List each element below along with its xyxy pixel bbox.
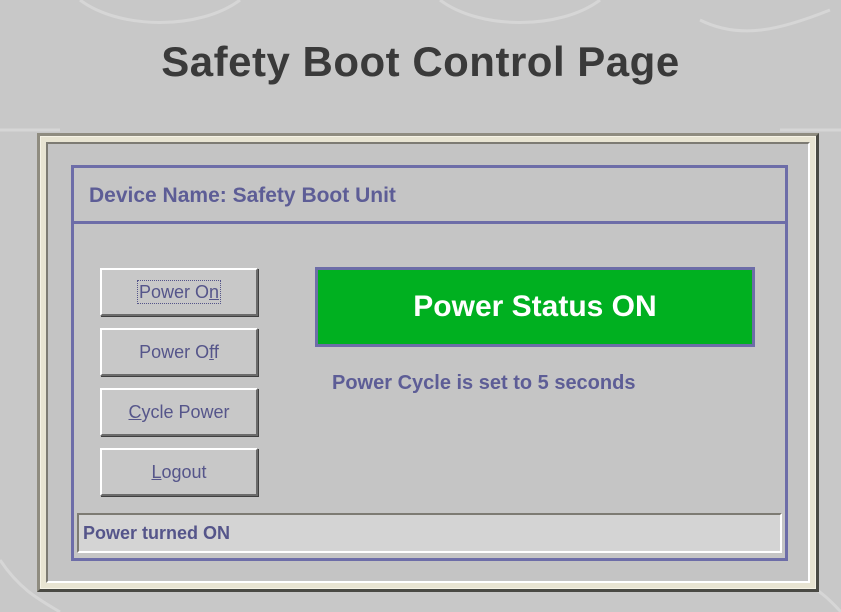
power-on-label: Power On: [136, 280, 222, 304]
cycle-power-button[interactable]: Cycle Power: [100, 388, 258, 436]
power-on-button[interactable]: Power On: [100, 268, 258, 316]
logout-label: Logout: [151, 462, 207, 482]
power-cycle-info: Power Cycle is set to 5 seconds: [332, 372, 636, 394]
power-status-indicator: Power Status ON: [315, 267, 755, 347]
device-panel: Device Name: Safety Boot Unit Power On P…: [71, 165, 788, 561]
status-message-bar: Power turned ON: [77, 513, 782, 553]
power-off-button[interactable]: Power Off: [100, 328, 258, 376]
power-off-label: Power Off: [139, 342, 219, 362]
logout-button[interactable]: Logout: [100, 448, 258, 496]
page-title: Safety Boot Control Page: [161, 38, 680, 85]
cycle-power-label: Cycle Power: [128, 402, 230, 422]
control-frame: Device Name: Safety Boot Unit Power On P…: [37, 133, 819, 592]
device-name-header: Device Name: Safety Boot Unit: [74, 168, 785, 224]
